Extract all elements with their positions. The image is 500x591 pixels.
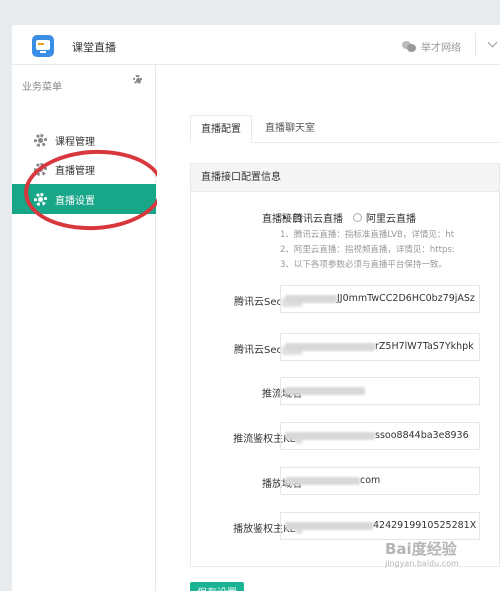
- sidebar-item-course[interactable]: 课程管理: [12, 125, 156, 155]
- sidebar-item-label: 直播管理: [55, 165, 95, 177]
- top-bar: 课堂直播 举才网络: [12, 25, 500, 65]
- gear-icon: [34, 162, 47, 176]
- chevron-down-icon[interactable]: [487, 37, 498, 48]
- sidebar-title: 业务菜单: [22, 82, 62, 93]
- save-settings-button[interactable]: 保存设置: [190, 582, 244, 591]
- user-menu[interactable]: 举才网络: [402, 39, 461, 54]
- sidebar: 业务菜单 课程管理 直播管理 直播设置: [12, 65, 166, 591]
- sidebar-item-live-settings[interactable]: 直播设置: [12, 184, 156, 214]
- tab-bar: 直播配置 直播聊天室: [190, 115, 500, 143]
- app-window: 课堂直播 举才网络 业务菜单 课程管理 直播管理 直播设置 直播配置 直播聊天室…: [12, 25, 500, 591]
- radio-tencent[interactable]: [280, 213, 289, 222]
- play-auth-key-input[interactable]: 4242919910525281X: [280, 512, 480, 540]
- live-class-icon: [32, 35, 54, 57]
- tencent-secret-id-input[interactable]: JJ0mmTwCC2D6HC0bz79jASz: [280, 285, 480, 313]
- sidebar-item-label: 直播设置: [55, 195, 95, 207]
- user-name: 举才网络: [421, 43, 461, 54]
- interface-radio-group: 腾讯云直播 阿里云直播: [280, 210, 416, 225]
- push-domain-input[interactable]: [280, 377, 480, 405]
- radio-aliyun-label: 阿里云直播: [366, 214, 416, 225]
- radio-tencent-label: 腾讯云直播: [293, 214, 343, 225]
- tencent-secret-key-input[interactable]: rZ5H7lW7TaS7Ykhpk: [280, 333, 480, 361]
- wechat-icon: [402, 41, 416, 52]
- baidu-jingyan-watermark: Bai度经验 jingyan.baidu.com: [385, 540, 459, 568]
- radio-aliyun[interactable]: [353, 213, 362, 222]
- tab-live-config[interactable]: 直播配置: [190, 115, 252, 143]
- app-title: 课堂直播: [72, 41, 116, 54]
- main-content: 直播配置 直播聊天室 直播接口配置信息 直播接口 腾讯云直播 阿里云直播 1、腾…: [157, 65, 500, 591]
- play-domain-input[interactable]: com: [280, 467, 480, 495]
- panel-title: 直播接口配置信息: [191, 164, 499, 192]
- gear-icon: [34, 133, 47, 147]
- sidebar-item-live-manage[interactable]: 直播管理: [12, 154, 156, 184]
- tab-live-chatroom[interactable]: 直播聊天室: [255, 115, 325, 143]
- push-auth-key-input[interactable]: ssoo8844ba3e8936: [280, 422, 480, 450]
- settings-gear-icon[interactable]: [133, 75, 142, 84]
- sidebar-item-label: 课程管理: [55, 136, 95, 148]
- gear-icon: [34, 192, 47, 206]
- help-text: 1、腾讯云直播：指标准直播LVB，详情见：ht 2、阿里云直播：指视频直播，详情…: [280, 230, 455, 270]
